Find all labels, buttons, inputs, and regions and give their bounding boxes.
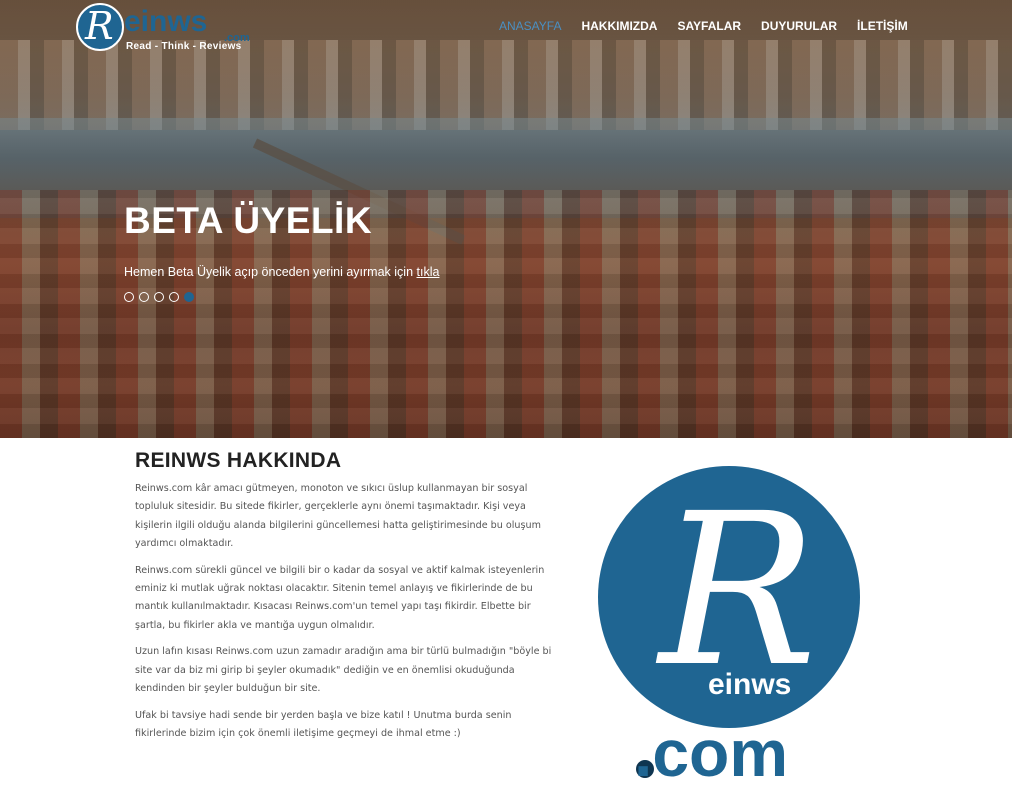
about-paragraph-4: Ufak bi tavsiye hadi sende bir yerden ba… bbox=[135, 709, 512, 740]
hero-link[interactable]: tıkla bbox=[417, 265, 440, 279]
slider-dot-2[interactable] bbox=[139, 292, 149, 302]
main-nav: ANASAYFA HAKKIMIZDA SAYFALAR DUYURULAR İ… bbox=[489, 18, 918, 34]
logo-letter: R bbox=[85, 4, 114, 48]
slider-dot-5[interactable] bbox=[184, 292, 194, 302]
slider-dot-1[interactable] bbox=[124, 292, 134, 302]
hero-title: BETA ÜYELİK bbox=[124, 200, 373, 241]
about-paragraph-2: Reinws.com sürekli güncel ve bilgili bir… bbox=[135, 564, 545, 631]
about-paragraph-1: Reinws.com kâr amacı gütmeyen, monoton v… bbox=[135, 483, 541, 549]
hero-skyline-image bbox=[0, 40, 1012, 130]
nav-item-hakkimizda[interactable]: HAKKIMIZDA bbox=[571, 18, 667, 34]
logo-word: einws bbox=[124, 5, 208, 38]
about-title: REINWS HAKKINDA bbox=[135, 449, 342, 472]
big-logo: R einws .com bbox=[598, 466, 860, 786]
nav-item-sayfalar[interactable]: SAYFALAR bbox=[667, 18, 751, 34]
slider-dots bbox=[124, 292, 194, 302]
nav-item-iletisim[interactable]: İLETİŞİM bbox=[847, 18, 918, 34]
big-logo-suffix: .com bbox=[634, 716, 789, 790]
hero-subtitle-text: Hemen Beta Üyelik açıp önceden yerini ay… bbox=[124, 265, 414, 279]
logo-tagline: Read - Think - Reviews bbox=[126, 41, 242, 52]
about-paragraph-3: Uzun lafın kısası Reinws.com uzun zamadı… bbox=[135, 646, 552, 694]
hero-subtitle: Hemen Beta Üyelik açıp önceden yerini ay… bbox=[124, 264, 439, 280]
site-logo[interactable]: R einws .com Read - Think - Reviews bbox=[76, 3, 251, 53]
nav-item-anasayfa[interactable]: ANASAYFA bbox=[489, 18, 571, 34]
slider-dot-3[interactable] bbox=[154, 292, 164, 302]
hero-slider: BETA ÜYELİK Hemen Beta Üyelik açıp önced… bbox=[0, 0, 1012, 438]
big-logo-word: einws bbox=[708, 668, 792, 701]
nav-item-duyurular[interactable]: DUYURULAR bbox=[751, 18, 847, 34]
slider-dot-4[interactable] bbox=[169, 292, 179, 302]
about-text: Reinws.com kâr amacı gütmeyen, monoton v… bbox=[135, 480, 560, 752]
